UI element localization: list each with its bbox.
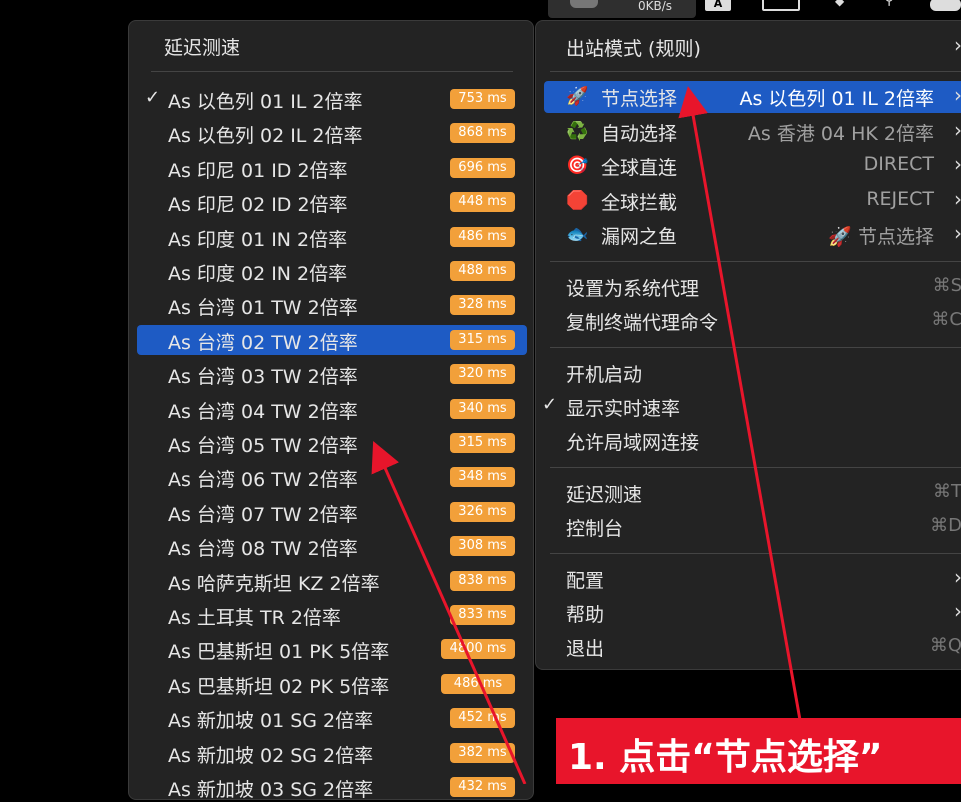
arrow-to-proxy-list: [371, 441, 527, 784]
annotation-arrows: [371, 86, 802, 784]
arrow-to-node-select: [678, 86, 802, 721]
instruction-callout: 1. 点击“节点选择”: [556, 718, 961, 784]
callout-text: 1. 点击“节点选择”: [568, 737, 883, 778]
